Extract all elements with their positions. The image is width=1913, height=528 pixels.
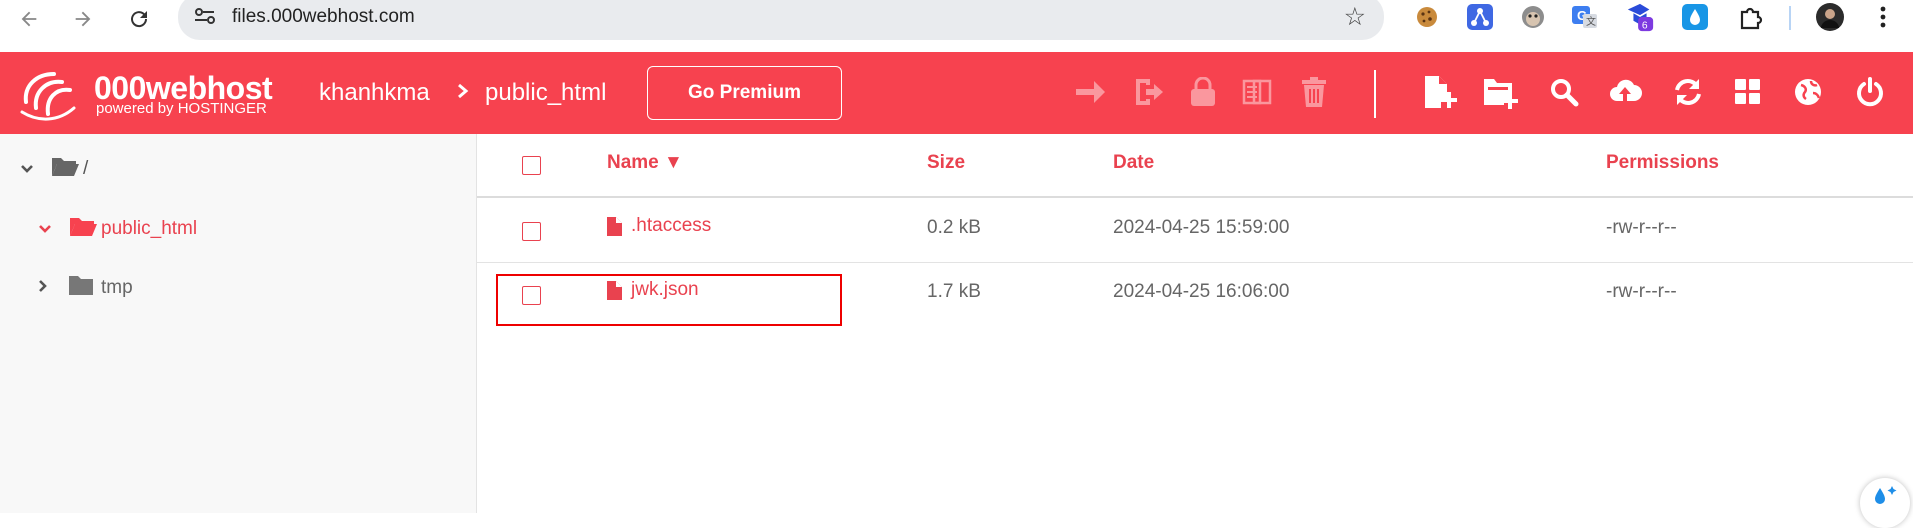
new-folder-icon[interactable] [1482,74,1518,110]
breadcrumb-current[interactable]: public_html [485,79,606,107]
floating-drop-icon[interactable] [1860,478,1910,528]
column-header-name[interactable]: Name ▼ [607,152,683,174]
file-size: 0.2 kB [927,217,981,238]
new-file-icon[interactable] [1422,74,1458,110]
column-header-permissions[interactable]: Permissions [1606,152,1719,174]
profile-avatar[interactable] [1815,2,1845,32]
file-date: 2024-04-25 16:06:00 [1113,281,1290,302]
browser-toolbar: files.000webhost.com ☆ G文 6 [0,0,1913,52]
chevron-right-icon [456,82,470,105]
chevron-down-icon[interactable] [38,218,68,240]
more-vert-icon[interactable] [1868,2,1898,32]
tree-item-label: / [83,158,89,179]
tree-item-tmp[interactable]: tmp [38,274,133,302]
cookie-extension-icon[interactable] [1412,2,1442,32]
toolbar-separator [1789,6,1791,30]
tune-icon[interactable] [192,4,218,28]
go-premium-button[interactable]: Go Premium [647,66,842,120]
url-text: files.000webhost.com [232,6,415,27]
breadcrumb-root[interactable]: khanhkma [319,79,430,107]
folder-tree-sidebar [0,134,477,513]
grid-view-icon[interactable] [1730,74,1766,110]
table-row[interactable]: .htaccess 0.2 kB 2024-04-25 15:59:00 -rw… [477,198,1913,263]
tree-item-root[interactable]: / [20,154,88,184]
network-extension-icon[interactable] [1465,2,1495,32]
drop-extension-icon[interactable] [1680,2,1710,32]
delete-icon[interactable] [1296,74,1332,110]
file-icon [607,216,622,236]
power-icon[interactable] [1852,74,1888,110]
file-permissions: -rw-r--r-- [1606,217,1677,238]
forward-icon[interactable] [68,4,98,34]
monkey-extension-icon[interactable] [1518,2,1548,32]
upload-icon[interactable] [1607,74,1643,110]
translate-extension-icon[interactable]: G文 [1570,2,1600,32]
tree-item-label: tmp [101,277,133,298]
bookmark-star-icon[interactable]: ☆ [1344,2,1366,32]
logo-subtitle: powered by HOSTINGER [96,100,267,117]
toolbar-divider [1374,70,1376,118]
svg-text:文: 文 [1586,15,1596,28]
permissions-icon[interactable] [1185,74,1221,110]
address-bar[interactable]: files.000webhost.com ☆ [178,0,1384,40]
select-all-checkbox[interactable] [522,156,541,175]
folder-open-icon [50,154,80,184]
refresh-icon[interactable] [1670,74,1706,110]
file-date: 2024-04-25 15:59:00 [1113,217,1290,238]
column-header-size[interactable]: Size [927,152,965,174]
back-icon[interactable] [14,4,44,34]
folder-icon [68,274,94,302]
web-icon[interactable] [1790,74,1826,110]
column-header-date[interactable]: Date [1113,152,1154,174]
reload-icon[interactable] [124,4,154,34]
selection-highlight-box [496,274,842,326]
folder-open-icon [68,214,98,244]
archive-icon[interactable] [1239,74,1275,110]
svg-text:6: 6 [1642,20,1648,31]
chevron-right-icon[interactable] [38,277,68,299]
chevron-down-icon[interactable] [20,158,50,180]
000webhost-logo-icon[interactable] [18,68,88,126]
search-icon[interactable] [1546,74,1582,110]
move-icon[interactable] [1072,74,1108,110]
row-checkbox[interactable] [522,222,541,241]
extension-badge-icon[interactable]: 6 [1625,2,1655,32]
file-name: .htaccess [631,215,712,236]
tree-item-label: public_html [101,218,198,239]
table-header: Name ▼ Size Date Permissions [477,134,1913,198]
file-size: 1.7 kB [927,281,981,302]
puzzle-extensions-icon[interactable] [1735,2,1765,32]
tree-item-public-html[interactable]: public_html [38,214,197,244]
file-permissions: -rw-r--r-- [1606,281,1677,302]
rename-icon[interactable] [1130,74,1166,110]
file-name-link[interactable]: .htaccess [607,215,711,237]
